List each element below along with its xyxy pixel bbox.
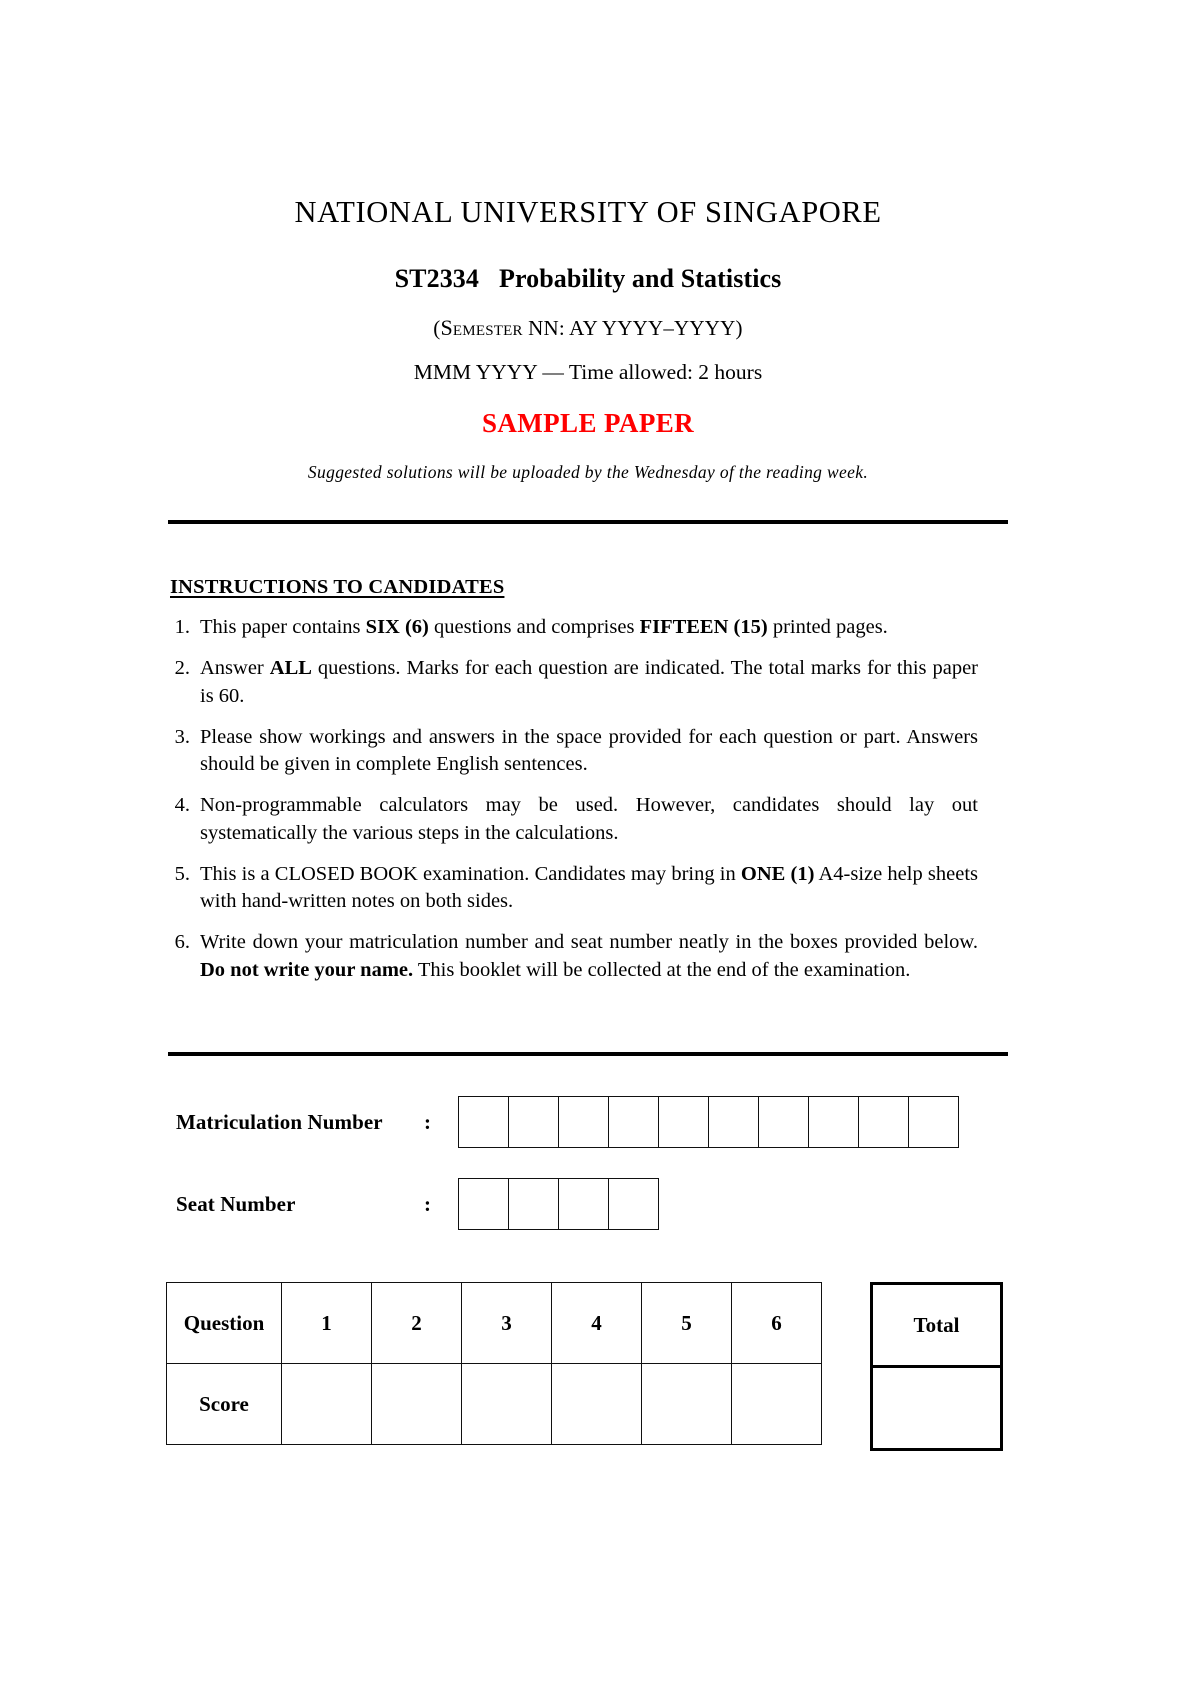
instruction-text: This is a CLOSED BOOK examination. Candi… [200, 861, 978, 916]
total-score-box: Total [870, 1282, 1003, 1451]
matriculation-digit-cell[interactable] [709, 1097, 759, 1147]
matriculation-digit-cell[interactable] [559, 1097, 609, 1147]
question-score-table: Question 1 2 3 4 5 6 Score [166, 1282, 822, 1445]
instruction-text: Non-programmable calculators may be used… [200, 792, 978, 847]
instruction-fragment: Non-programmable calculators may be used… [200, 794, 978, 844]
table-row: Score [166, 1363, 822, 1445]
instruction-text: This paper contains SIX (6) questions an… [200, 614, 978, 641]
date-and-duration-line: MMM YYYY — Time allowed: 2 hours [413, 359, 763, 384]
instruction-emphasis: ONE (1) [740, 862, 815, 885]
score-entry-cell[interactable] [371, 1363, 462, 1445]
instruction-number: 3. [174, 725, 190, 748]
matriculation-digit-cell[interactable] [509, 1097, 559, 1147]
divider-rule-top [168, 520, 1008, 524]
instruction-fragment: printed pages. [767, 616, 888, 638]
instruction-item: 1. This paper contains SIX (6) questions … [160, 614, 978, 641]
university-title: NATIONAL UNIVERSITY OF SINGAPORE [294, 195, 882, 229]
question-number-cell: 1 [281, 1282, 372, 1364]
question-number-cell: 5 [641, 1282, 732, 1364]
total-header-row: Total [870, 1282, 1003, 1368]
instruction-text: Please show workings and answers in the … [200, 724, 978, 779]
sample-paper-banner: SAMPLE PAPER [481, 408, 695, 439]
semester-smallcaps-word: Semester [440, 315, 523, 341]
matriculation-digit-cell[interactable] [659, 1097, 709, 1147]
divider-rule-bottom [168, 1052, 1008, 1056]
matriculation-digit-cell[interactable] [909, 1097, 959, 1147]
seat-digit-cell[interactable] [509, 1179, 559, 1229]
course-name: Probability and Statistics [499, 263, 782, 293]
instruction-emphasis: SIX (6) [365, 616, 429, 638]
instruction-emphasis: ALL [269, 657, 312, 680]
instruction-item: 2. Answer ALL questions. Marks for each q… [160, 655, 978, 710]
matriculation-digit-cell[interactable] [809, 1097, 859, 1147]
instruction-fragment: This paper contains [200, 616, 366, 638]
exam-cover-page: NATIONAL UNIVERSITY OF SINGAPORE ST2334 P… [0, 0, 1200, 1697]
instruction-text: Write down your matriculation number and… [200, 929, 978, 984]
matriculation-colon: : [424, 1109, 431, 1134]
total-label: Total [870, 1282, 1003, 1368]
score-entry-cell[interactable] [731, 1363, 822, 1445]
instructions-heading: INSTRUCTIONS TO CANDIDATES [170, 576, 505, 598]
instruction-number: 4. [174, 794, 190, 817]
total-value-cell[interactable] [870, 1365, 1003, 1451]
score-entry-cell[interactable] [641, 1363, 732, 1445]
question-row-label: Question [166, 1282, 282, 1364]
matriculation-digit-cell[interactable] [459, 1097, 509, 1147]
seat-number-input[interactable] [458, 1178, 659, 1230]
instruction-fragment: questions. Marks for each question are i… [200, 657, 979, 707]
score-entry-cell[interactable] [461, 1363, 552, 1445]
seat-number-label: Seat Number [176, 1191, 296, 1216]
instruction-number: 2. [174, 657, 190, 680]
course-title: ST2334 Probability and Statistics [168, 264, 1008, 294]
instruction-fragment: This is a CLOSED BOOK examination. Candi… [200, 862, 741, 885]
question-number-cell: 4 [551, 1282, 642, 1364]
instruction-emphasis: Do not write your name. [200, 958, 414, 981]
instruction-item: 5. This is a CLOSED BOOK examination. Can… [160, 861, 978, 916]
seat-number-row: Seat Number : [176, 1178, 659, 1230]
instruction-number: 6. [174, 931, 190, 954]
instruction-item: 3. Please show workings and answers in th… [160, 724, 978, 779]
score-entry-cell[interactable] [281, 1363, 372, 1445]
course-code: ST2334 [394, 263, 479, 293]
instruction-item: 4. Non-programmable calculators may be us… [160, 792, 978, 847]
seat-digit-cell[interactable] [609, 1179, 659, 1229]
instruction-item: 6. Write down your matriculation number a… [160, 929, 978, 984]
instruction-number: 1. [174, 616, 190, 638]
seat-colon: : [424, 1191, 431, 1216]
instruction-fragment: Write down your matriculation number and… [200, 931, 978, 954]
total-value-row [870, 1365, 1003, 1451]
instruction-fragment: Please show workings and answers in the … [200, 725, 978, 775]
instructions-list: 1. This paper contains SIX (6) questions … [160, 614, 978, 998]
solutions-note: Suggested solutions will be uploaded by … [307, 461, 869, 482]
instruction-number: 5. [174, 862, 190, 885]
instruction-text: Answer ALL questions. Marks for each que… [200, 655, 978, 710]
instruction-fragment: questions and comprises [428, 616, 640, 638]
question-number-cell: 3 [461, 1282, 552, 1364]
semester-line: (Semester NN: AY YYYY–YYYY) [168, 315, 1008, 340]
seat-digit-cell[interactable] [559, 1179, 609, 1229]
instruction-emphasis: FIFTEEN (15) [639, 616, 768, 638]
instruction-fragment: This booklet will be collected at the en… [413, 958, 911, 981]
instruction-fragment: Answer [200, 657, 270, 680]
score-row-label: Score [166, 1363, 282, 1445]
matriculation-digit-cell[interactable] [609, 1097, 659, 1147]
matriculation-digit-cell[interactable] [759, 1097, 809, 1147]
semester-academic-year: NN: AY YYYY–YYYY) [522, 316, 743, 341]
matriculation-number-label: Matriculation Number [176, 1109, 383, 1134]
page-header: NATIONAL UNIVERSITY OF SINGAPORE ST2334 P… [168, 195, 1008, 483]
matriculation-number-row: Matriculation Number : [176, 1096, 959, 1148]
question-number-cell: 6 [731, 1282, 822, 1364]
semester-paren-open: ( [433, 316, 441, 341]
score-entry-cell[interactable] [551, 1363, 642, 1445]
matriculation-number-input[interactable] [458, 1096, 959, 1148]
matriculation-digit-cell[interactable] [859, 1097, 909, 1147]
seat-digit-cell[interactable] [459, 1179, 509, 1229]
question-number-cell: 2 [371, 1282, 462, 1364]
score-table-area: Question 1 2 3 4 5 6 Score Total [166, 1282, 1003, 1451]
table-row: Question 1 2 3 4 5 6 [166, 1282, 822, 1364]
